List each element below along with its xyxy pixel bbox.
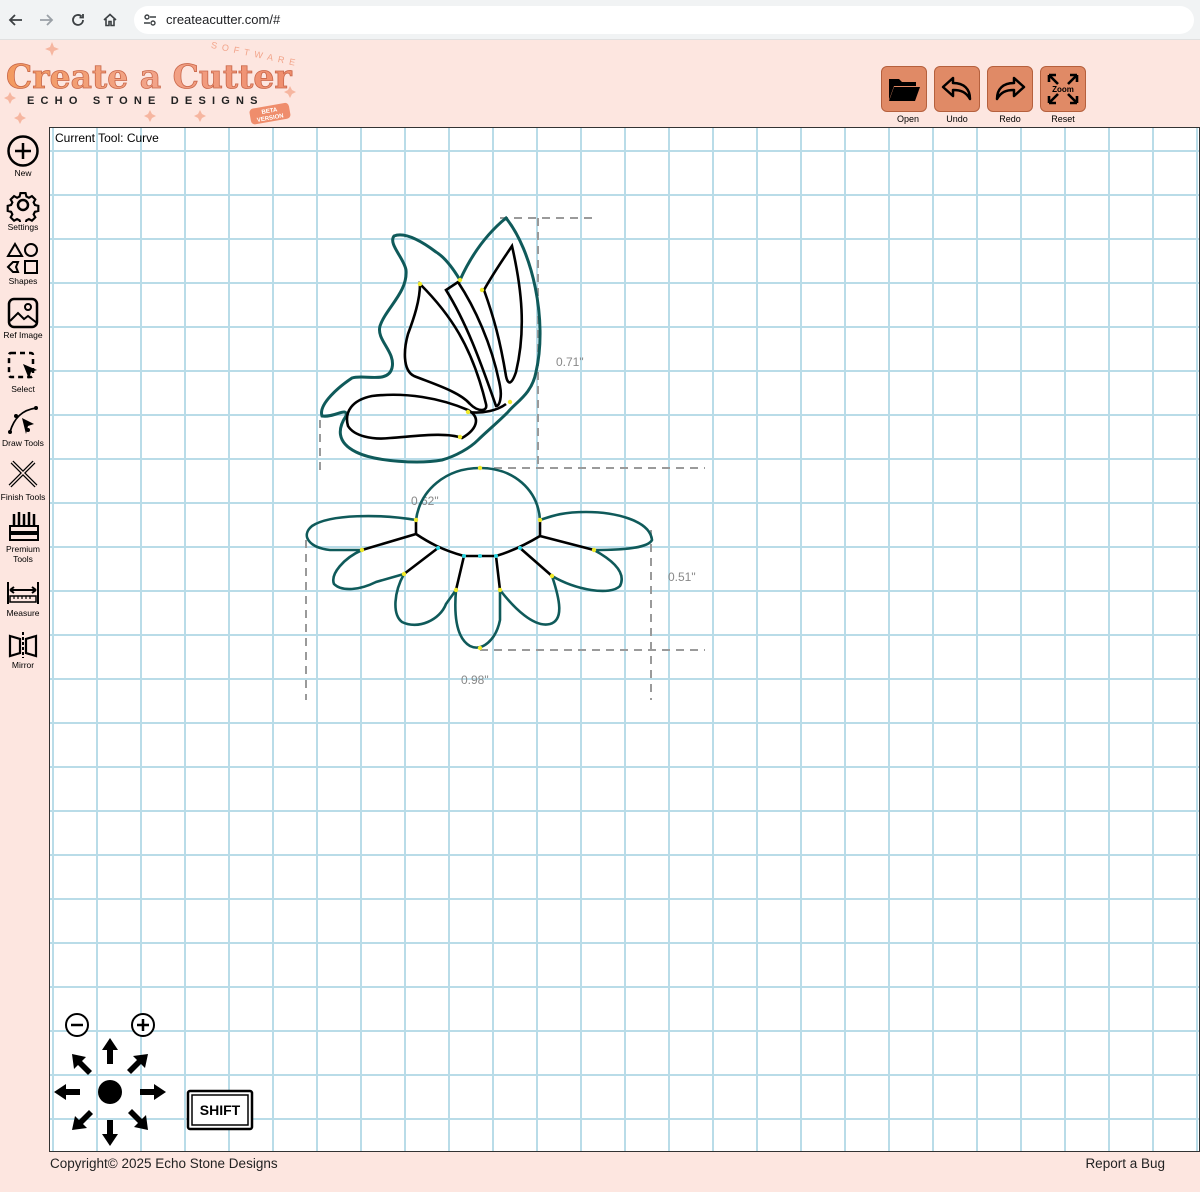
current-tool-label: Current Tool: Curve bbox=[55, 131, 159, 145]
select-icon bbox=[7, 351, 37, 379]
sidebar-item-select[interactable]: Select bbox=[0, 350, 46, 394]
pan-control[interactable] bbox=[54, 1038, 166, 1153]
pan-arrows-icon bbox=[54, 1038, 166, 1146]
sidebar-label-mirror: Mirror bbox=[11, 660, 35, 670]
sidebar-label-new: New bbox=[14, 168, 32, 178]
app-logo: SOFTWARE Create a Cutter ECHO STONE DESI… bbox=[0, 40, 320, 130]
gear-icon bbox=[6, 192, 40, 222]
shift-key-button[interactable]: SHIFT bbox=[186, 1089, 254, 1136]
forward-arrow-icon[interactable] bbox=[34, 8, 58, 32]
open-button[interactable] bbox=[881, 66, 927, 112]
sidebar-item-ref-image[interactable]: Ref Image bbox=[0, 296, 46, 340]
url-text: createacutter.com/# bbox=[166, 12, 281, 27]
sidebar-item-draw-tools[interactable]: Draw Tools bbox=[0, 404, 46, 448]
sidebar-label-shapes: Shapes bbox=[8, 276, 38, 286]
undo-button[interactable] bbox=[934, 66, 980, 112]
browser-toolbar: createacutter.com/# bbox=[0, 0, 1200, 40]
home-icon[interactable] bbox=[98, 8, 122, 32]
logo-subtitle: ECHO STONE DESIGNS bbox=[27, 95, 264, 107]
premium-tools-icon bbox=[9, 512, 39, 541]
back-arrow-icon[interactable] bbox=[4, 8, 28, 32]
sidebar-label-draw-tools: Draw Tools bbox=[2, 438, 44, 448]
sidebar-label-settings: Settings bbox=[7, 222, 39, 232]
finish-tools-icon bbox=[8, 460, 38, 488]
pen-tool-icon bbox=[8, 406, 38, 434]
sidebar-label-ref-image: Ref Image bbox=[3, 330, 43, 340]
sidebar-item-premium-tools[interactable]: Premium Tools bbox=[0, 510, 46, 564]
svg-text:Zoom: Zoom bbox=[1052, 85, 1074, 94]
reset-zoom-button[interactable]: Zoom bbox=[1040, 66, 1086, 112]
undo-label: Undo bbox=[946, 114, 968, 124]
reload-icon[interactable] bbox=[66, 8, 90, 32]
svg-text:SHIFT: SHIFT bbox=[200, 1102, 241, 1118]
sidebar-label-finish-tools: Finish Tools bbox=[0, 492, 46, 502]
design-canvas[interactable] bbox=[49, 127, 1200, 1152]
undo-icon bbox=[941, 76, 972, 101]
sidebar-item-mirror[interactable]: Mirror bbox=[0, 630, 46, 670]
sidebar-item-shapes[interactable]: Shapes bbox=[0, 242, 46, 286]
shapes-icon bbox=[6, 242, 38, 274]
sidebar-label-select: Select bbox=[11, 384, 35, 394]
zoom-reset-icon: Zoom bbox=[1047, 73, 1079, 105]
site-info-icon[interactable] bbox=[142, 12, 158, 33]
mirror-icon bbox=[8, 632, 38, 658]
sidebar-item-measure[interactable]: Measure bbox=[0, 578, 46, 618]
folder-icon bbox=[889, 79, 920, 101]
reset-label: Reset bbox=[1051, 114, 1075, 124]
report-bug-link[interactable]: Report a Bug bbox=[1085, 1156, 1165, 1171]
shift-key-icon: SHIFT bbox=[186, 1089, 254, 1131]
sidebar-label-premium-tools: Premium Tools bbox=[5, 544, 40, 564]
zoom-out-icon bbox=[65, 1013, 89, 1037]
zoom-in-icon bbox=[131, 1013, 155, 1037]
sidebar-item-finish-tools[interactable]: Finish Tools bbox=[0, 458, 46, 502]
redo-label: Redo bbox=[999, 114, 1021, 124]
redo-icon bbox=[995, 76, 1026, 101]
copyright-text: Copyright© 2025 Echo Stone Designs bbox=[50, 1156, 278, 1171]
logo-title: Create a Cutter bbox=[6, 57, 292, 96]
sidebar-item-new[interactable]: New bbox=[0, 134, 46, 178]
sidebar-item-settings[interactable]: Settings bbox=[0, 188, 46, 232]
image-icon bbox=[7, 297, 39, 329]
ruler-icon bbox=[7, 582, 39, 604]
plus-circle-icon bbox=[7, 135, 39, 167]
redo-button[interactable] bbox=[987, 66, 1033, 112]
sidebar-label-measure: Measure bbox=[6, 608, 40, 618]
address-bar[interactable]: createacutter.com/# bbox=[134, 6, 1194, 34]
